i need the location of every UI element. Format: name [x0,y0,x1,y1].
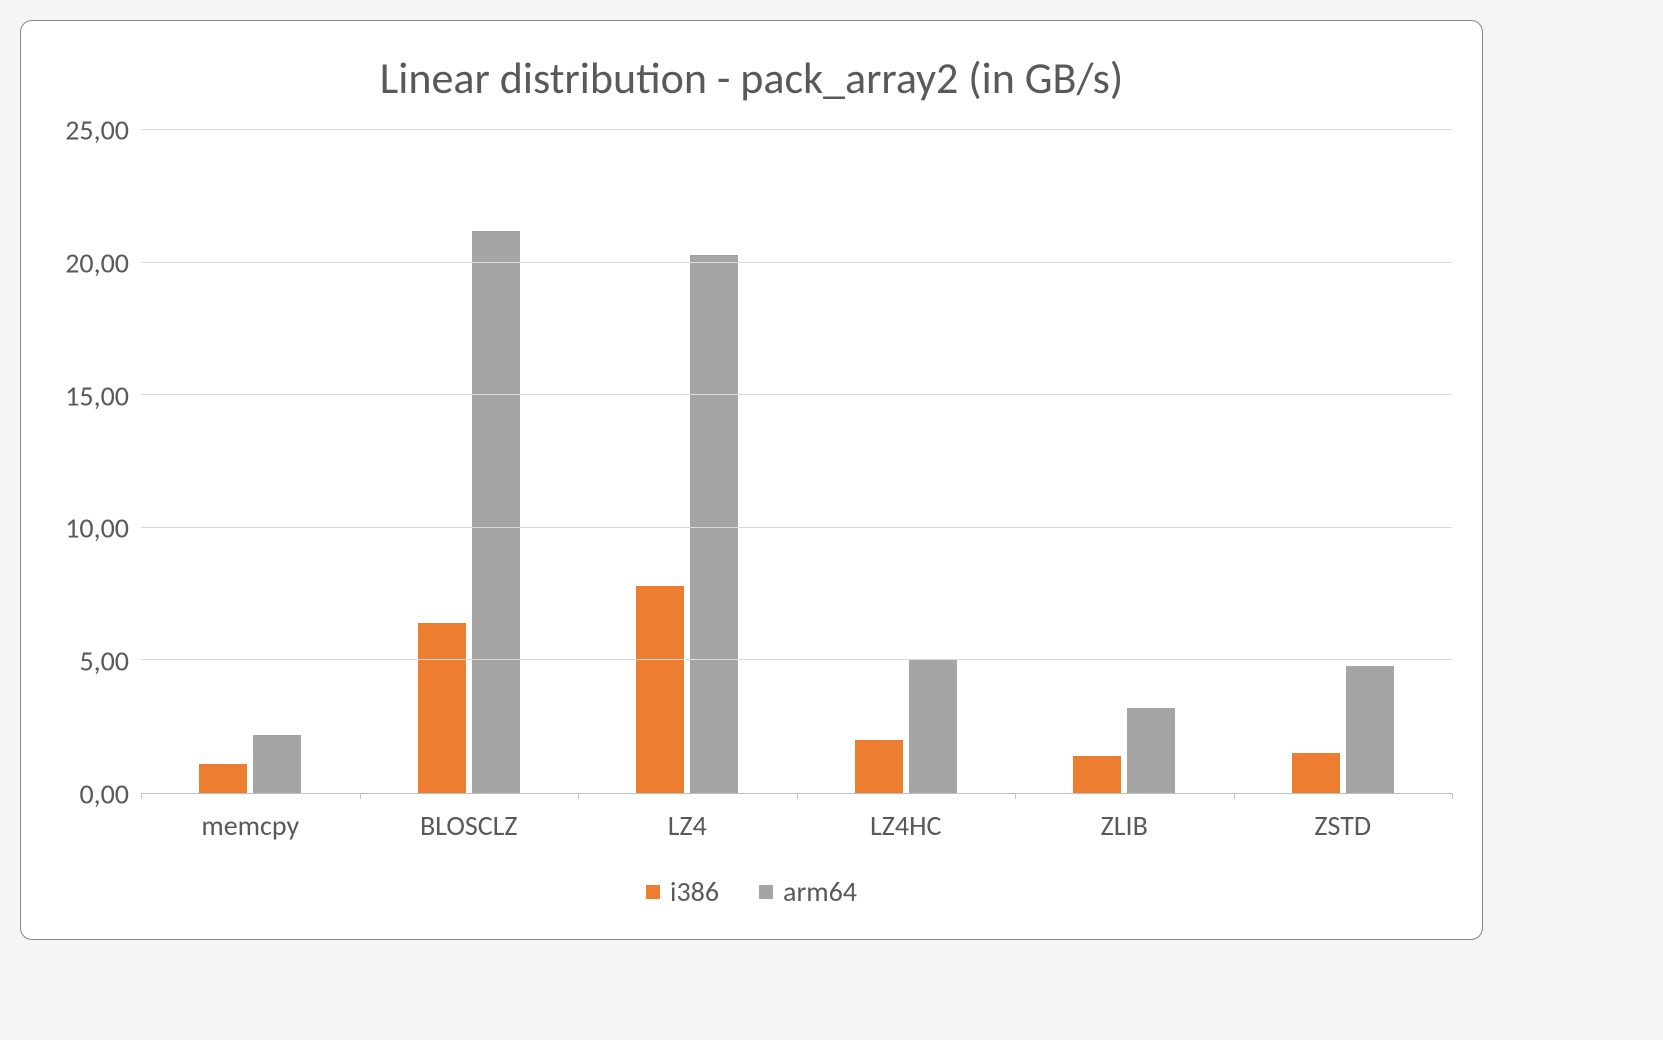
x-tick-mark [1452,793,1453,799]
x-axis-label: memcpy [141,794,360,849]
y-tick-label: 5,00 [79,644,129,679]
legend-item-i386: i386 [646,874,719,909]
legend-item-arm64: arm64 [759,874,857,909]
gridline [141,394,1452,395]
gridline [141,527,1452,528]
x-tick-mark [141,793,142,799]
chart-container: Linear distribution - pack_array2 (in GB… [20,20,1483,940]
y-tick-label: 10,00 [65,511,129,546]
bar-i386 [855,740,903,793]
x-tick-mark [1234,793,1235,799]
x-tick-mark [1015,793,1016,799]
plot-area: 0,005,0010,0015,0020,0025,00 [51,130,1452,794]
bar-i386 [199,764,247,793]
bar-arm64 [1346,666,1394,793]
category-slot [1234,130,1453,793]
x-tick-mark [797,793,798,799]
x-axis-label: LZ4HC [797,794,1016,849]
legend-label: arm64 [783,874,857,909]
legend-swatch [646,885,660,899]
x-axis-label: BLOSCLZ [360,794,579,849]
legend: i386 arm64 [51,874,1452,909]
grid-area [141,130,1452,794]
chart-title: Linear distribution - pack_array2 (in GB… [51,51,1452,105]
bar-i386 [1073,756,1121,793]
bar-i386 [636,586,684,793]
bar-i386 [418,623,466,793]
bar-arm64 [1127,708,1175,793]
bar-arm64 [690,255,738,793]
category-slot [141,130,360,793]
x-tick-mark [578,793,579,799]
bar-arm64 [472,231,520,793]
category-slot [797,130,1016,793]
y-tick-label: 0,00 [79,777,129,812]
gridline [141,262,1452,263]
y-axis: 0,005,0010,0015,0020,0025,00 [51,130,141,794]
bar-arm64 [909,660,957,793]
bars-layer [141,130,1452,793]
y-tick-label: 25,00 [65,113,129,148]
category-slot [360,130,579,793]
x-tick-mark [360,793,361,799]
x-axis-label: LZ4 [578,794,797,849]
category-slot [578,130,797,793]
bar-i386 [1292,753,1340,793]
x-axis-label: ZLIB [1015,794,1234,849]
gridline [141,659,1452,660]
x-axis-label: ZSTD [1234,794,1453,849]
bar-arm64 [253,735,301,793]
category-slot [1015,130,1234,793]
y-tick-label: 20,00 [65,245,129,280]
gridline [141,129,1452,130]
y-tick-label: 15,00 [65,378,129,413]
x-axis: memcpyBLOSCLZLZ4LZ4HCZLIBZSTD [141,794,1452,849]
legend-label: i386 [670,874,719,909]
legend-swatch [759,885,773,899]
